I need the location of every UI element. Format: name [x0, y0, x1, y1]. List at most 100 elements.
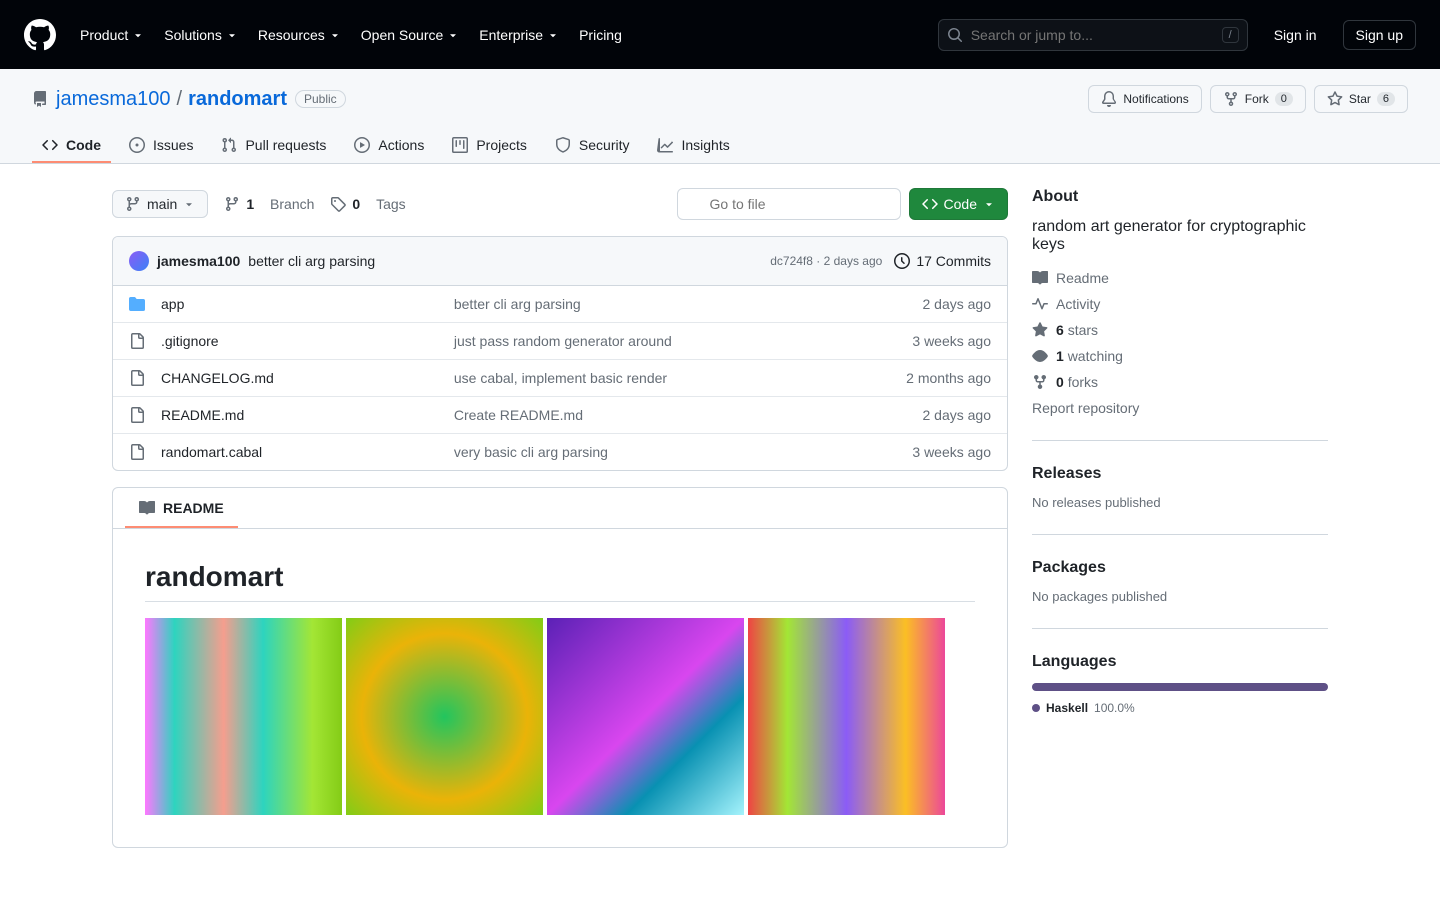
repo-name-link[interactable]: randomart — [188, 88, 287, 110]
graph-icon — [657, 137, 673, 153]
report-repo-link[interactable]: Report repository — [1032, 400, 1328, 416]
sidebar-stars-link[interactable]: 6 stars — [1032, 322, 1328, 338]
language-item[interactable]: Haskell 100.0% — [1032, 701, 1328, 715]
file-commit-message[interactable]: very basic cli arg parsing — [454, 444, 819, 460]
file-commit-message[interactable]: Create README.md — [454, 407, 819, 423]
tab-issues[interactable]: Issues — [119, 129, 203, 163]
tab-security[interactable]: Security — [545, 129, 640, 163]
file-row: app better cli arg parsing 2 days ago — [113, 286, 1007, 323]
commits-count-link[interactable]: 17 Commits — [894, 253, 991, 269]
language-bar — [1032, 683, 1328, 691]
fork-button[interactable]: Fork 0 — [1210, 85, 1306, 113]
chevron-down-icon — [183, 198, 195, 210]
repo-icon — [32, 91, 48, 107]
file-commit-time: 2 months ago — [831, 370, 991, 386]
project-icon — [452, 137, 468, 153]
fork-count: 0 — [1275, 92, 1293, 106]
goto-file-input[interactable] — [677, 188, 901, 220]
chevron-down-icon — [329, 29, 341, 41]
repo-header: jamesma100 / randomart Public Notificati… — [0, 69, 1440, 164]
notifications-button[interactable]: Notifications — [1088, 85, 1201, 113]
sidebar-activity-link[interactable]: Activity — [1032, 296, 1328, 312]
languages-title: Languages — [1032, 653, 1328, 671]
book-icon — [1032, 270, 1048, 286]
global-header: Product Solutions Resources Open Source … — [0, 0, 1440, 69]
art-image-2 — [346, 618, 543, 815]
star-button[interactable]: Star 6 — [1314, 85, 1408, 113]
chevron-down-icon — [447, 29, 459, 41]
file-commit-time: 2 days ago — [831, 296, 991, 312]
file-name[interactable]: README.md — [161, 407, 442, 423]
nav-resources[interactable]: Resources — [250, 21, 349, 49]
tab-insights[interactable]: Insights — [647, 129, 739, 163]
search-input[interactable] — [971, 27, 1214, 43]
history-icon — [894, 253, 910, 269]
avatar[interactable] — [129, 251, 149, 271]
branches-link[interactable]: 1 Branch — [224, 196, 314, 212]
eye-icon — [1032, 348, 1048, 364]
file-commit-message[interactable]: use cabal, implement basic render — [454, 370, 819, 386]
commit-author[interactable]: jamesma100 — [157, 253, 240, 269]
file-commit-time: 3 weeks ago — [831, 444, 991, 460]
file-name[interactable]: CHANGELOG.md — [161, 370, 442, 386]
tags-link[interactable]: 0 Tags — [330, 196, 405, 212]
star-icon — [1327, 91, 1343, 107]
sidebar-readme-link[interactable]: Readme — [1032, 270, 1328, 286]
about-title: About — [1032, 188, 1328, 206]
releases-empty: No releases published — [1032, 495, 1328, 510]
file-row: CHANGELOG.md use cabal, implement basic r… — [113, 360, 1007, 397]
file-row: randomart.cabal very basic cli arg parsin… — [113, 434, 1007, 470]
file-row: .gitignore just pass random generator aro… — [113, 323, 1007, 360]
folder-icon — [129, 296, 149, 312]
branch-icon — [224, 196, 240, 212]
file-icon — [129, 370, 149, 386]
tab-pulls[interactable]: Pull requests — [211, 129, 336, 163]
code-icon — [42, 137, 58, 153]
file-commit-time: 2 days ago — [831, 407, 991, 423]
book-icon — [139, 500, 155, 516]
readme-tab[interactable]: README — [125, 488, 238, 528]
file-name[interactable]: randomart.cabal — [161, 444, 442, 460]
tab-actions[interactable]: Actions — [344, 129, 434, 163]
art-image-1 — [145, 618, 342, 815]
sidebar-watchers-link[interactable]: 1 watching — [1032, 348, 1328, 364]
chevron-down-icon — [547, 29, 559, 41]
file-name[interactable]: .gitignore — [161, 333, 442, 349]
file-commit-message[interactable]: just pass random generator around — [454, 333, 819, 349]
art-image-4 — [748, 618, 945, 815]
branch-picker[interactable]: main — [112, 190, 208, 218]
signup-button[interactable]: Sign up — [1343, 20, 1416, 50]
code-download-button[interactable]: Code — [909, 188, 1008, 220]
tab-code[interactable]: Code — [32, 129, 111, 163]
file-commit-message[interactable]: better cli arg parsing — [454, 296, 819, 312]
file-icon — [129, 444, 149, 460]
repo-owner-link[interactable]: jamesma100 — [56, 88, 171, 111]
nav-product[interactable]: Product — [72, 21, 152, 49]
fork-icon — [1032, 374, 1048, 390]
global-search[interactable]: / — [938, 19, 1248, 51]
pull-request-icon — [221, 137, 237, 153]
shield-icon — [555, 137, 571, 153]
nav-opensource[interactable]: Open Source — [353, 21, 468, 49]
nav-pricing[interactable]: Pricing — [571, 21, 630, 49]
chevron-down-icon — [132, 29, 144, 41]
repo-nav: Code Issues Pull requests Actions Projec… — [32, 129, 1408, 163]
tag-icon — [330, 196, 346, 212]
github-logo[interactable] — [24, 19, 56, 51]
file-name[interactable]: app — [161, 296, 442, 312]
file-commit-time: 3 weeks ago — [831, 333, 991, 349]
art-image-3 — [547, 618, 744, 815]
bell-icon — [1101, 91, 1117, 107]
tab-projects[interactable]: Projects — [442, 129, 537, 163]
nav-enterprise[interactable]: Enterprise — [471, 21, 567, 49]
file-row: README.md Create README.md 2 days ago — [113, 397, 1007, 434]
file-list-box: jamesma100 better cli arg parsing dc724f… — [112, 236, 1008, 471]
packages-empty: No packages published — [1032, 589, 1328, 604]
file-icon — [129, 407, 149, 423]
sidebar-forks-link[interactable]: 0 forks — [1032, 374, 1328, 390]
nav-solutions[interactable]: Solutions — [156, 21, 246, 49]
search-shortcut-key: / — [1222, 27, 1239, 43]
signin-link[interactable]: Sign in — [1264, 21, 1327, 49]
commit-message[interactable]: better cli arg parsing — [248, 253, 375, 269]
commit-sha[interactable]: dc724f8 · 2 days ago — [770, 254, 882, 268]
